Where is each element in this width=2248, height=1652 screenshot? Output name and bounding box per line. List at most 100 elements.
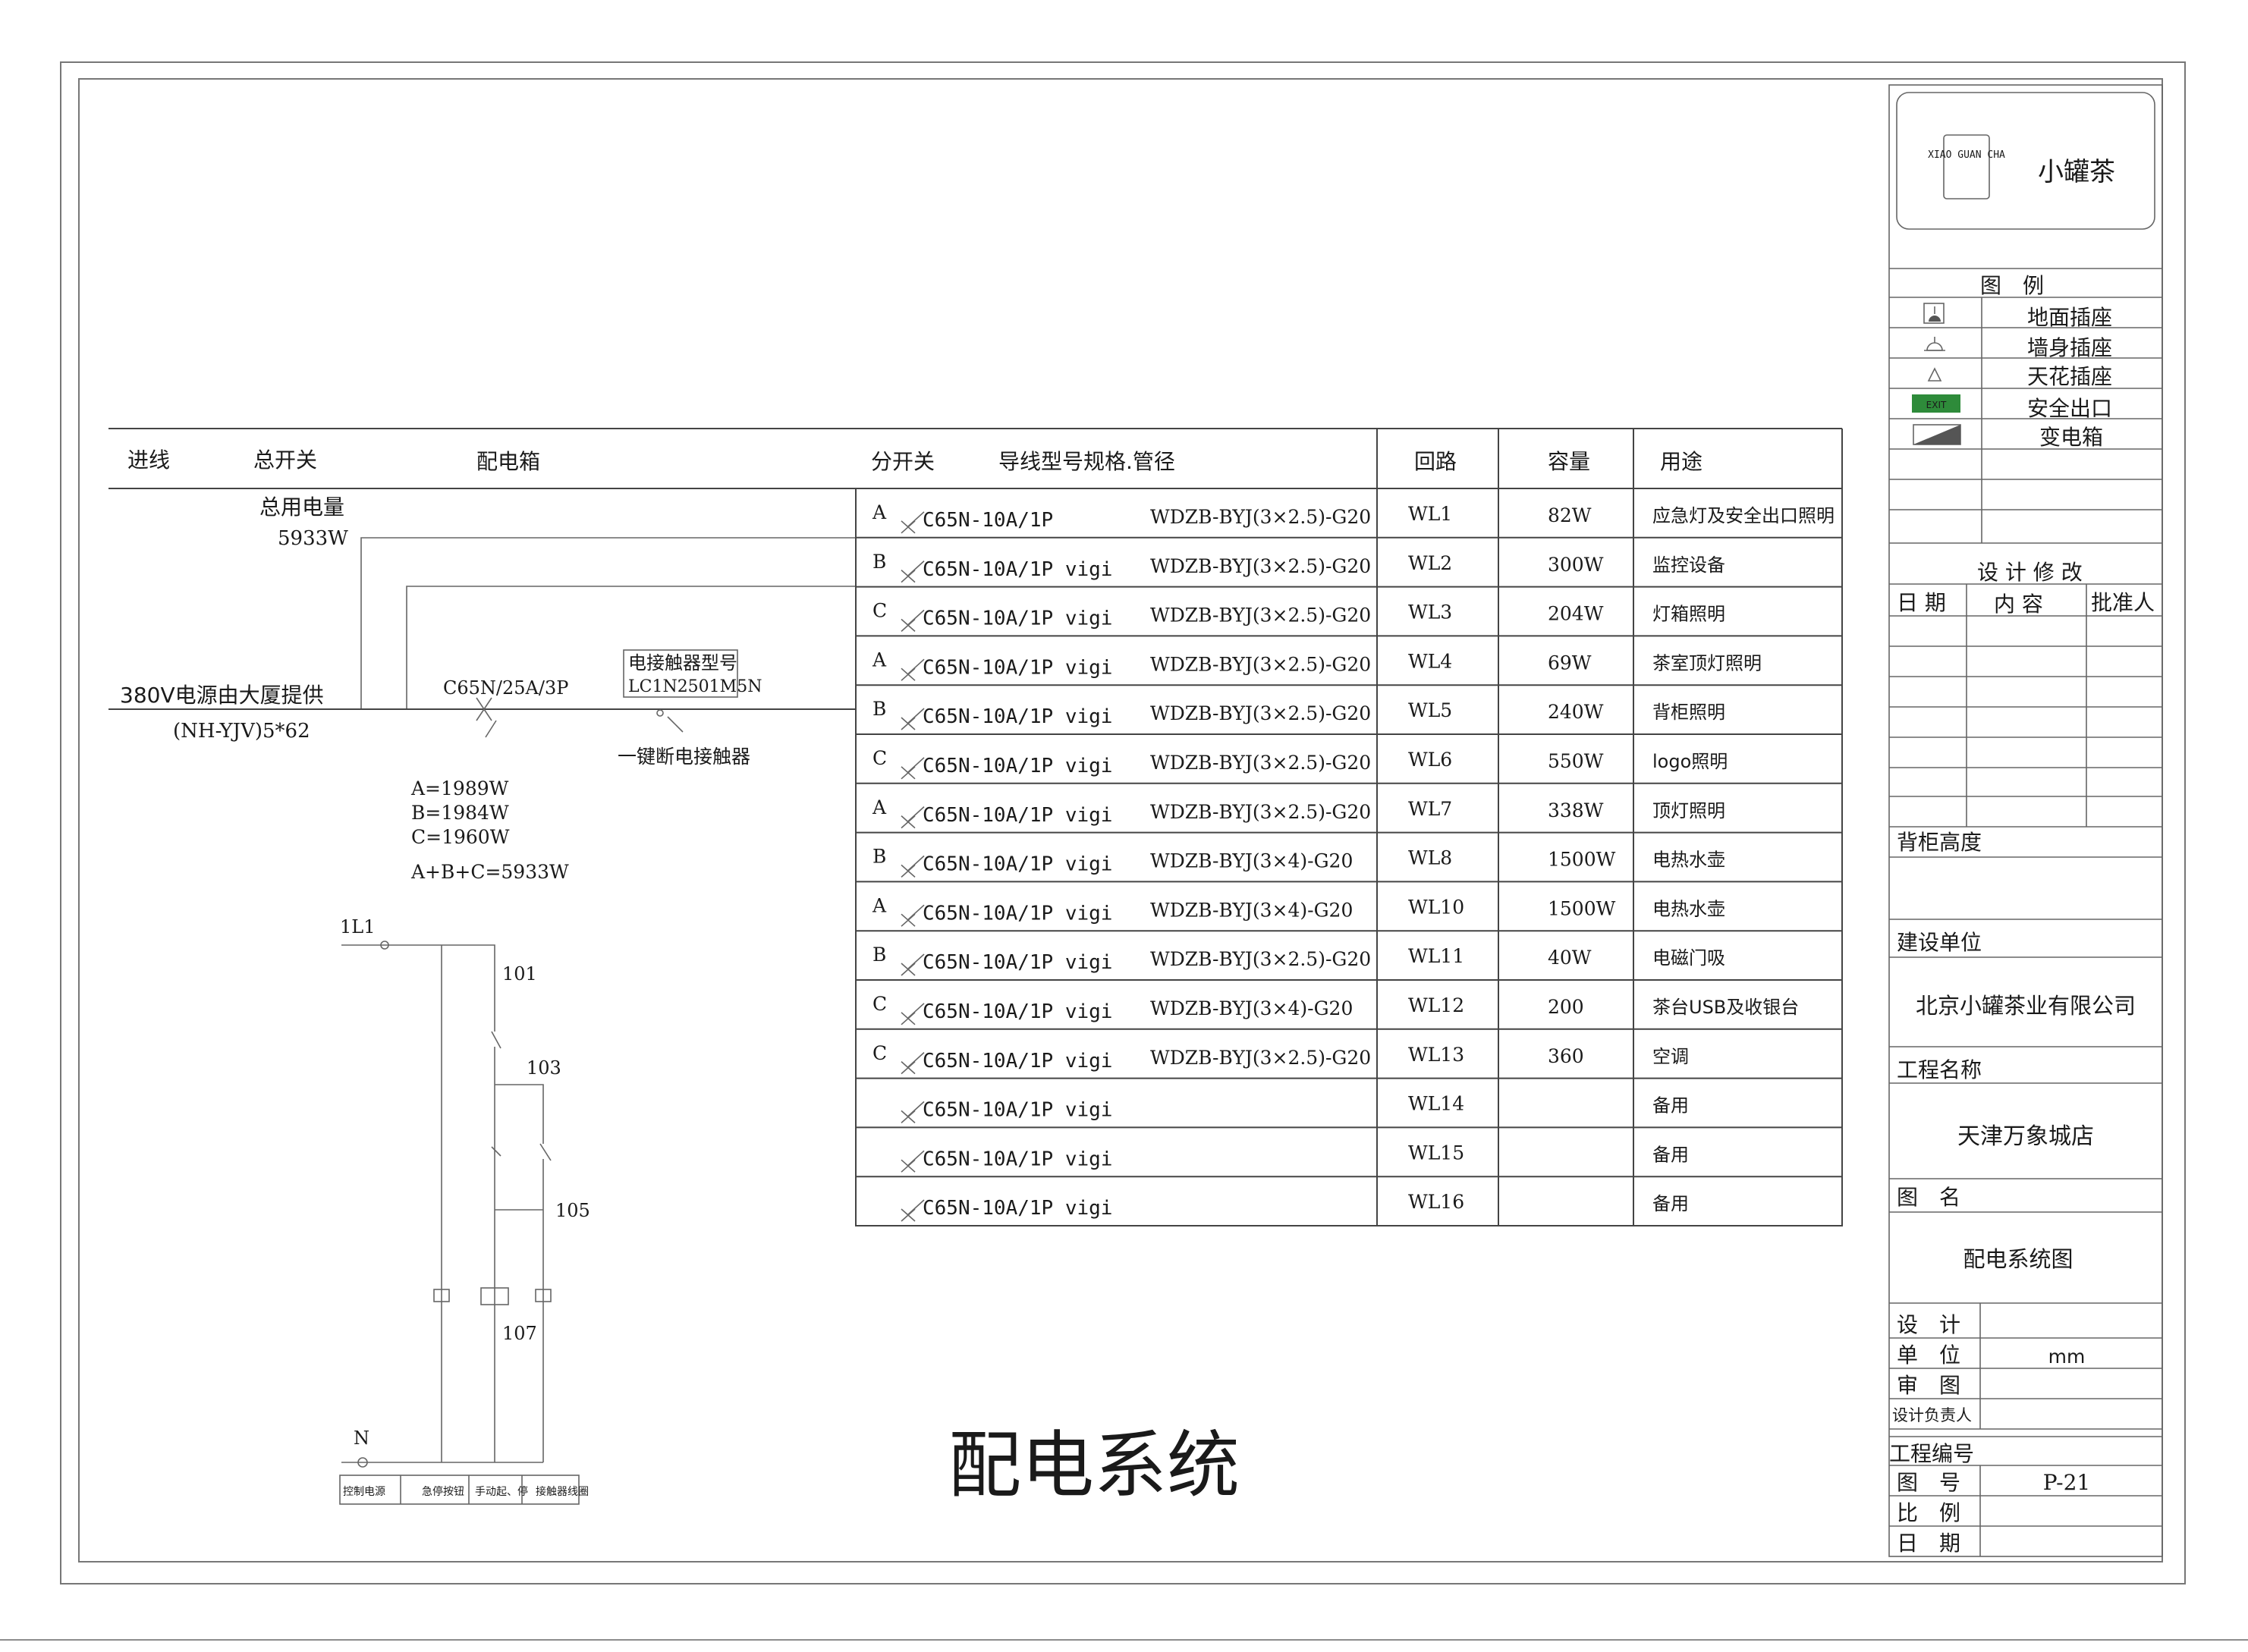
- project-no-label: 工程编号: [1889, 1441, 1974, 1466]
- branch-breaker-symbol: [901, 904, 925, 927]
- circuit-usage: 电热水壶: [1652, 898, 1725, 919]
- legend-title: 图 例: [1980, 273, 2044, 298]
- exit-sign-text: EXIT: [1926, 400, 1947, 410]
- header-distribution-box: 配电箱: [476, 449, 540, 474]
- circuit-row: C C65N-10A/1P vigi WDZB-BYJ(3×2.5)-G20 WL13…: [856, 1042, 1842, 1079]
- revision-approver: 批准人: [2091, 590, 2155, 615]
- phase-total-load: A+B+C=5933W: [410, 861, 569, 883]
- design-lead-label: 设计负责人: [1892, 1406, 1972, 1424]
- circuit-row: C65N-10A/1P vigi WL14 备用: [856, 1093, 1842, 1129]
- project-name: 天津万象城店: [1957, 1123, 2094, 1150]
- circuit-id: WL12: [1408, 994, 1464, 1016]
- branch-breaker-symbol: [901, 708, 925, 730]
- project-label: 工程名称: [1897, 1057, 1982, 1082]
- circuit-row: B C65N-10A/1P vigi WDZB-BYJ(3×2.5)-G20 WL11…: [856, 944, 1842, 981]
- circuit-capacity: 338W: [1548, 799, 1604, 821]
- circuit-breaker: C65N-10A/1P vigi: [923, 1148, 1112, 1170]
- total-power-label: 总用电量: [259, 495, 344, 520]
- branch-breaker-symbol: [901, 511, 925, 534]
- circuit-phase: B: [872, 944, 886, 966]
- contactor-model: LC1N2501M5N: [628, 677, 762, 696]
- header-wire-spec: 导线型号规格.管径: [998, 449, 1175, 474]
- circuit-row: C C65N-10A/1P vigi WDZB-BYJ(3×2.5)-G20 WL3 2…: [856, 600, 1842, 637]
- circuit-id: WL8: [1408, 847, 1452, 869]
- circuit-phase: A: [872, 649, 887, 671]
- circuit-wire: WDZB-BYJ(3×2.5)-G20: [1150, 555, 1371, 577]
- legend-wall-socket: 墙身插座: [2027, 335, 2112, 360]
- circuit-id: WL1: [1408, 503, 1452, 525]
- drawing-name: 配电系统图: [1963, 1246, 2073, 1272]
- control-circuit: [339, 941, 580, 1505]
- circuit-wire: WDZB-BYJ(3×2.5)-G20: [1150, 801, 1371, 823]
- circuit-phase: B: [872, 698, 886, 720]
- outer-frame: [60, 61, 2186, 1584]
- client-label: 建设单位: [1897, 930, 1982, 955]
- circuit-wire: WDZB-BYJ(3×2.5)-G20: [1150, 605, 1371, 627]
- branch-breaker-symbol: [901, 1199, 925, 1222]
- circuit-id: WL6: [1408, 749, 1452, 771]
- sheet-no-value: P-21: [2043, 1470, 2090, 1495]
- phase-a-load: A=1989W: [410, 777, 509, 799]
- circuit-usage: 灯箱照明: [1652, 604, 1725, 625]
- circuit-breaker: C65N-10A/1P vigi: [923, 902, 1112, 925]
- circuit-id: WL15: [1408, 1142, 1464, 1164]
- circuit-breaker: C65N-10A/1P vigi: [923, 804, 1112, 827]
- circuit-id: WL4: [1408, 650, 1452, 672]
- circuit-row: C65N-10A/1P vigi WL15 备用: [856, 1142, 1842, 1178]
- circuit-breaker: C65N-10A/1P vigi: [923, 1197, 1112, 1220]
- circuit-row: B C65N-10A/1P vigi WDZB-BYJ(3×2.5)-G20 WL5 2…: [856, 698, 1842, 735]
- circuit-row: B C65N-10A/1P vigi WDZB-BYJ(3×2.5)-G20 WL2 3…: [856, 551, 1842, 588]
- wall-socket-icon: [1924, 337, 1945, 351]
- circuit-wire: WDZB-BYJ(3×2.5)-G20: [1150, 506, 1371, 528]
- circuit-usage: 备用: [1652, 1193, 1689, 1214]
- circuit-id: WL13: [1408, 1044, 1464, 1066]
- legend-ceiling-socket: 天花插座: [2027, 364, 2112, 389]
- control-legend-4: 接触器线圈: [536, 1485, 589, 1498]
- circuit-usage: 备用: [1652, 1144, 1689, 1165]
- wire-101: 101: [502, 963, 537, 985]
- circuit-row: A C65N-10A/1P vigi WDZB-BYJ(3×2.5)-G20 WL4 6…: [856, 649, 1842, 686]
- circuit-wire: WDZB-BYJ(3×2.5)-G20: [1150, 948, 1371, 970]
- date-label: 日 期: [1897, 1531, 1960, 1556]
- circuit-id: WL11: [1408, 945, 1464, 967]
- circuit-phase: C: [872, 993, 887, 1015]
- circuit-usage: 电热水壶: [1652, 850, 1725, 871]
- revision-date: 日 期: [1897, 590, 1946, 615]
- circuit-capacity: 69W: [1548, 652, 1592, 674]
- circuit-usage: 备用: [1652, 1095, 1689, 1117]
- cabinet-height-label: 背柜高度: [1897, 830, 1982, 855]
- control-legend-1: 控制电源: [343, 1486, 385, 1498]
- circuit-capacity: 300W: [1548, 554, 1604, 576]
- legend-floor-socket: 地面插座: [2027, 305, 2112, 330]
- circuit-usage: 顶灯照明: [1652, 800, 1725, 821]
- circuit-row: A C65N-10A/1P WDZB-BYJ(3×2.5)-G20 WL1 82W 应急灯…: [856, 501, 1842, 539]
- legend-icons: EXIT: [1912, 303, 1961, 445]
- circuit-wire: WDZB-BYJ(3×4)-G20: [1150, 850, 1353, 872]
- circuit-capacity: 82W: [1548, 504, 1592, 526]
- schedule-header: 进线 总开关 配电箱 分开关 导线型号规格.管径 回路 容量 用途: [108, 428, 1842, 489]
- circuit-phase: C: [872, 747, 887, 769]
- logo-brand: 小罐茶: [2038, 157, 2115, 187]
- header-incoming: 进线: [127, 448, 170, 473]
- client-name: 北京小罐茶业有限公司: [1916, 993, 2136, 1019]
- circuit-wire: WDZB-BYJ(3×2.5)-G20: [1150, 1047, 1371, 1069]
- circuit-row: C C65N-10A/1P vigi WDZB-BYJ(3×4)-G20 WL12 20…: [856, 993, 1842, 1030]
- circuit-row: A C65N-10A/1P vigi WDZB-BYJ(3×2.5)-G20 WL7 3…: [856, 796, 1842, 834]
- header-usage: 用途: [1660, 449, 1703, 474]
- circuit-phase: C: [872, 600, 887, 622]
- contactor-caption: 一键断电接触器: [618, 746, 750, 768]
- revision-title: 设 计 修 改: [1977, 560, 2083, 585]
- circuit-breaker: C65N-10A/1P vigi: [923, 755, 1112, 777]
- branch-breaker-symbol: [901, 855, 925, 878]
- branch-breaker-symbol: [901, 806, 925, 829]
- header-circuit: 回路: [1414, 449, 1457, 474]
- circuit-capacity: 360: [1548, 1045, 1584, 1067]
- control-legend-2: 急停按钮: [422, 1485, 464, 1498]
- header-capacity: 容量: [1548, 449, 1590, 474]
- branch-breaker-symbol: [901, 609, 925, 632]
- branch-breaker-symbol: [901, 561, 925, 583]
- drawing-sheet: 进线 总开关 配电箱 分开关 导线型号规格.管径 回路 容量 用途 A C65N-…: [0, 61, 2248, 1641]
- circuit-breaker: C65N-10A/1P vigi: [923, 558, 1112, 581]
- drawing-label: 图 名: [1897, 1185, 1960, 1210]
- circuit-usage: 空调: [1652, 1046, 1689, 1067]
